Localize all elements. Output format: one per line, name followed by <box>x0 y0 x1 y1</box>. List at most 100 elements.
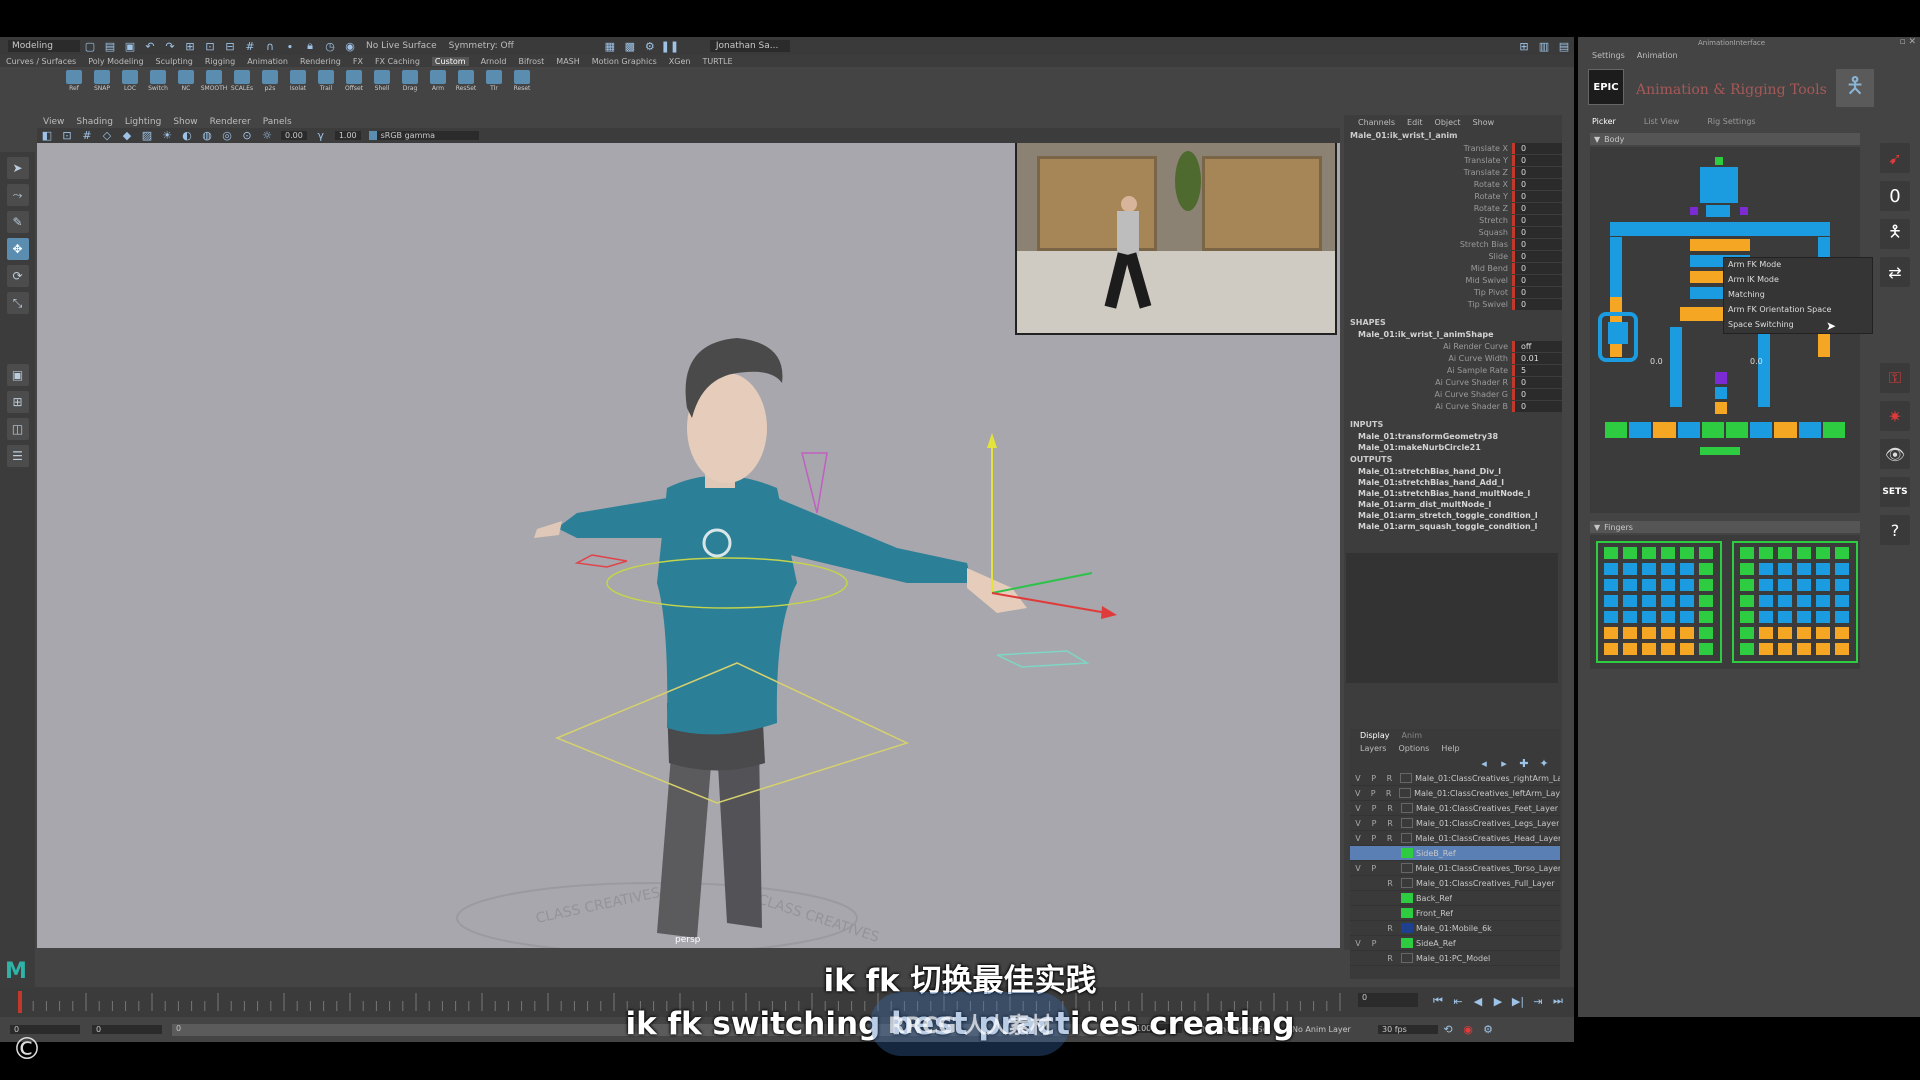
upper-arm-r-control[interactable] <box>1610 237 1622 297</box>
layer-v-toggle[interactable]: V <box>1350 804 1366 813</box>
finger-control[interactable] <box>1661 563 1675 575</box>
render-icon[interactable]: ◉ <box>342 38 358 54</box>
layer-color-swatch[interactable] <box>1401 938 1413 948</box>
right-leg[interactable] <box>717 743 762 928</box>
history-icon[interactable]: ◷ <box>322 38 338 54</box>
menu-item-arm-fk-mode[interactable]: Arm FK Mode <box>1724 258 1872 273</box>
layer-v-toggle[interactable]: V <box>1350 834 1366 843</box>
window-controls[interactable]: ▫ ✕ <box>1899 37 1916 47</box>
shelf-button-ref[interactable]: Ref <box>61 69 87 92</box>
shelf-tab-rigging[interactable]: Rigging <box>205 57 235 66</box>
shelf-tab-rendering[interactable]: Rendering <box>300 57 341 66</box>
finger-control[interactable] <box>1604 579 1618 591</box>
output-node[interactable]: Male_01:stretchBias_hand_Div_l <box>1344 466 1562 477</box>
layer-p-toggle[interactable]: P <box>1366 804 1382 813</box>
shelf-tab-xgen[interactable]: XGen <box>669 57 691 66</box>
redo-icon[interactable]: ↷ <box>162 38 178 54</box>
finger-control[interactable] <box>1816 595 1830 607</box>
shelf-button-loc[interactable]: LOC <box>117 69 143 92</box>
finger-control[interactable] <box>1835 579 1849 591</box>
master-control[interactable] <box>1715 402 1727 414</box>
select-component-icon[interactable]: ⊟ <box>222 38 238 54</box>
xray-icon[interactable]: ⊙ <box>239 128 255 144</box>
layer-row[interactable]: Back_Ref <box>1350 891 1560 906</box>
finger-grid-right[interactable] <box>1732 541 1858 663</box>
layout-icon[interactable]: ▥ <box>1536 38 1552 54</box>
channel-value[interactable]: 0 <box>1512 190 1562 202</box>
shelf-button-isolat[interactable]: Isolat <box>285 69 311 92</box>
pelvis-control[interactable] <box>1715 372 1727 384</box>
finger-control[interactable] <box>1835 547 1849 559</box>
layer-v-toggle[interactable]: V <box>1350 819 1366 828</box>
layer-color-swatch[interactable] <box>1401 878 1413 888</box>
shelf-button-drag[interactable]: Drag <box>397 69 423 92</box>
finger-control[interactable] <box>1740 611 1754 623</box>
output-node[interactable]: Male_01:stretchBias_hand_multNode_l <box>1344 488 1562 499</box>
finger-control[interactable] <box>1778 611 1792 623</box>
shelf-button-reset[interactable]: Reset <box>509 69 535 92</box>
finger-control[interactable] <box>1835 627 1849 639</box>
channel-value[interactable]: 0 <box>1512 376 1562 388</box>
finger-control[interactable] <box>1661 627 1675 639</box>
finger-control[interactable] <box>1797 579 1811 591</box>
neck-control[interactable] <box>1706 205 1730 217</box>
gamma-field[interactable]: 1.00 <box>334 131 361 140</box>
left-hand[interactable] <box>967 568 1027 613</box>
output-node[interactable]: Male_01:arm_stretch_toggle_condition_l <box>1344 510 1562 521</box>
finger-control[interactable] <box>1759 547 1773 559</box>
workspace-icon[interactable]: ⊞ <box>1516 38 1532 54</box>
select-hierarchy-icon[interactable]: ⊞ <box>182 38 198 54</box>
layer-row[interactable]: V P R Male_01:ClassCreatives_Head_Layer <box>1350 831 1560 846</box>
layer-p-toggle[interactable]: P <box>1366 819 1382 828</box>
finger-control[interactable] <box>1740 579 1754 591</box>
character-thumbnail-icon[interactable]: 🯅 <box>1836 69 1874 107</box>
channel-value[interactable]: 0 <box>1512 202 1562 214</box>
channel-row[interactable]: Translate X 0 <box>1344 142 1562 154</box>
finger-control[interactable] <box>1797 627 1811 639</box>
ao-icon[interactable]: ◍ <box>199 128 215 144</box>
viewport-menu-panels[interactable]: Panels <box>263 117 292 127</box>
picker-menu-animation[interactable]: Animation <box>1637 51 1678 60</box>
shadows-icon[interactable]: ◐ <box>179 128 195 144</box>
finger-control[interactable] <box>1699 579 1713 591</box>
shelf-button-nc[interactable]: NC <box>173 69 199 92</box>
head-top-control[interactable] <box>1715 157 1723 165</box>
finger-control[interactable] <box>1699 595 1713 607</box>
layer-row[interactable]: R Male_01:ClassCreatives_Full_Layer <box>1350 876 1560 891</box>
channel-value[interactable]: off <box>1512 340 1562 352</box>
finger-control[interactable] <box>1680 627 1694 639</box>
finger-control[interactable] <box>1778 547 1792 559</box>
finger-control[interactable] <box>1835 611 1849 623</box>
output-node[interactable]: Male_01:arm_dist_multNode_l <box>1344 499 1562 510</box>
thigh-l-control[interactable] <box>1758 327 1770 407</box>
channel-row[interactable]: Translate Y 0 <box>1344 154 1562 166</box>
channel-row[interactable]: Stretch 0 <box>1344 214 1562 226</box>
viewport-menu-shading[interactable]: Shading <box>76 117 113 127</box>
snap-point-icon[interactable]: ∙ <box>282 38 298 54</box>
finger-control[interactable] <box>1759 595 1773 607</box>
finger-control[interactable] <box>1816 643 1830 655</box>
fk-wrist-control[interactable] <box>574 554 628 568</box>
head-control[interactable] <box>1700 167 1738 203</box>
attribute-editor-icon[interactable]: ▤ <box>1556 38 1572 54</box>
finger-control[interactable] <box>1835 643 1849 655</box>
shelf-button-switch[interactable]: Switch <box>145 69 171 92</box>
finger-control[interactable] <box>1778 563 1792 575</box>
torso[interactable] <box>657 475 797 735</box>
right-hand[interactable] <box>534 521 562 538</box>
clav-r-control[interactable] <box>1740 207 1748 215</box>
hand-r-control[interactable] <box>1608 322 1628 344</box>
shelf-button-shell[interactable]: Shell <box>369 69 395 92</box>
snap-curve-icon[interactable]: ∩ <box>262 38 278 54</box>
finger-control[interactable] <box>1797 547 1811 559</box>
finger-control[interactable] <box>1680 547 1694 559</box>
finger-control[interactable] <box>1816 563 1830 575</box>
viewport-menu-view[interactable]: View <box>43 117 64 127</box>
paint-select-icon[interactable]: ✎ <box>6 211 29 233</box>
viewport-menu-renderer[interactable]: Renderer <box>210 117 251 127</box>
finger-control[interactable] <box>1778 627 1792 639</box>
finger-control[interactable] <box>1604 611 1618 623</box>
finger-control[interactable] <box>1623 611 1637 623</box>
finger-control[interactable] <box>1661 579 1675 591</box>
shelf-button-offset[interactable]: Offset <box>341 69 367 92</box>
